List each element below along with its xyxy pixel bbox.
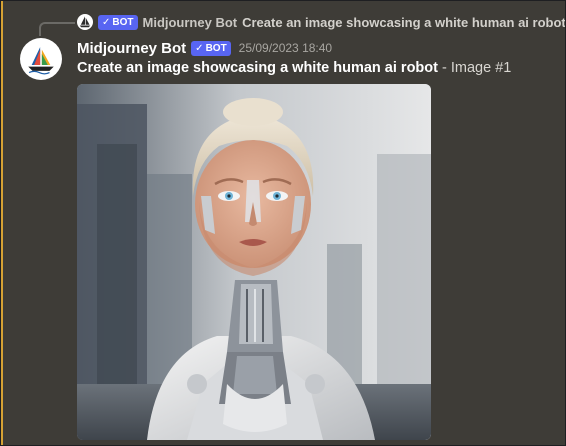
- reply-avatar[interactable]: [77, 14, 93, 30]
- sailboat-logo-icon: [79, 16, 91, 28]
- robot-portrait-illustration: [77, 84, 431, 440]
- chat-window: ✓ BOT Midjourney Bot Create an image sho…: [0, 0, 566, 446]
- generated-image[interactable]: [77, 84, 431, 440]
- verified-check-icon: ✓: [102, 16, 111, 28]
- reply-preview-text[interactable]: Create an image showcasing a white human…: [242, 15, 565, 30]
- prompt-text: Create an image showcasing a white human…: [77, 60, 438, 76]
- sailboat-logo-icon: [28, 47, 54, 75]
- author-name[interactable]: Midjourney Bot: [77, 40, 186, 57]
- mention-highlight-bar: [1, 1, 3, 445]
- verified-check-icon: ✓: [195, 42, 204, 54]
- bot-tag-label: BOT: [205, 42, 227, 54]
- bot-tag: ✓ BOT: [98, 14, 138, 30]
- message-timestamp[interactable]: 25/09/2023 18:40: [239, 41, 332, 55]
- bot-tag: ✓ BOT: [191, 40, 231, 56]
- reply-reference[interactable]: ✓ BOT Midjourney Bot Create an image sho…: [57, 10, 565, 34]
- reply-author-name[interactable]: Midjourney Bot: [143, 15, 238, 30]
- bot-tag-label: BOT: [112, 16, 134, 28]
- message-content: Create an image showcasing a white human…: [77, 60, 511, 80]
- author-avatar[interactable]: [20, 38, 62, 80]
- image-index-label: - Image #1: [437, 60, 512, 76]
- message-header: Midjourney Bot ✓ BOT 25/09/2023 18:40: [77, 37, 332, 59]
